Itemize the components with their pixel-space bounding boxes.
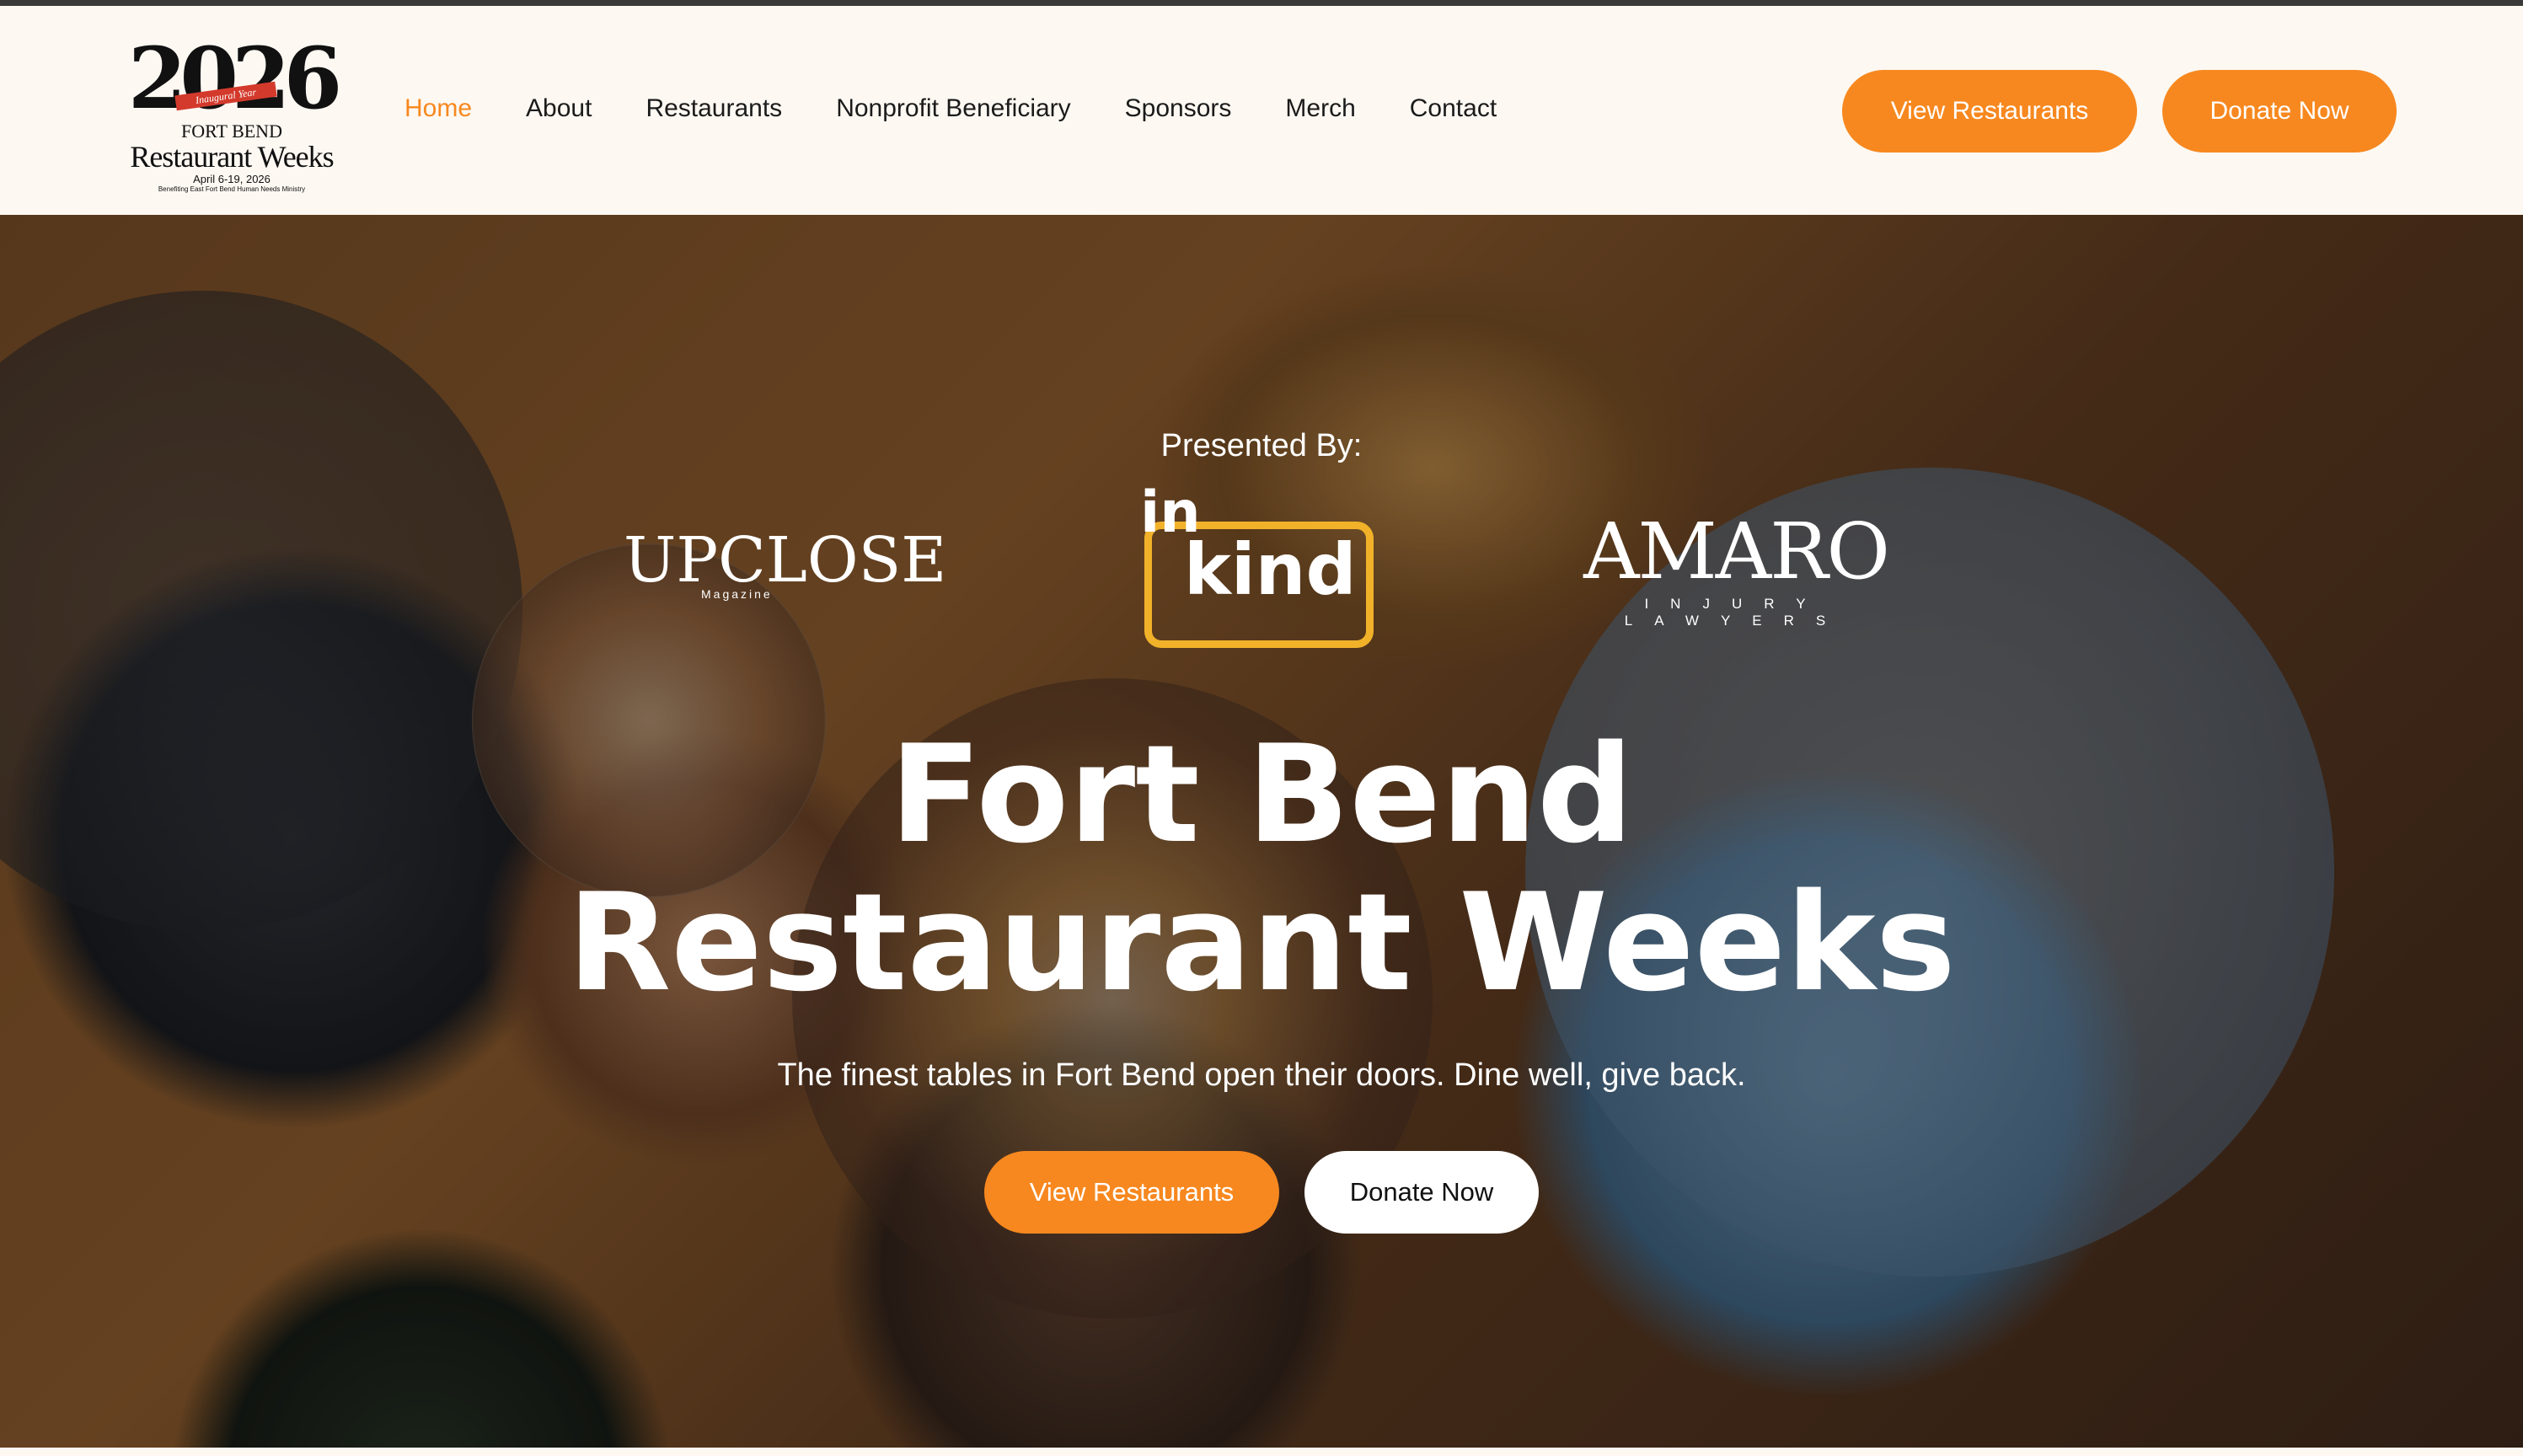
- hero-title-line-1: Fort Bend: [889, 715, 1634, 873]
- header-view-restaurants-button[interactable]: View Restaurants: [1842, 70, 2137, 153]
- nav-home[interactable]: Home: [404, 94, 472, 123]
- hero-title-line-2: Restaurant Weeks: [567, 864, 1956, 1021]
- top-border: [0, 0, 2523, 6]
- inkind-word-kind: kind: [1184, 528, 1357, 611]
- hero-donate-now-button[interactable]: Donate Now: [1304, 1151, 1539, 1234]
- nav-merch[interactable]: Merch: [1285, 94, 1355, 123]
- upclose-subtext: Magazine: [701, 587, 773, 601]
- site-header: 2026 Inaugural Year FORT BEND Restaurant…: [0, 6, 2523, 215]
- sponsor-logo-amaro[interactable]: AMARO INJURY LAWYERS: [1563, 506, 1909, 629]
- sponsor-logo-upclose[interactable]: UPCLOSE Magazine: [624, 527, 961, 611]
- page-bottom-edge: [0, 1448, 2523, 1456]
- nav-about[interactable]: About: [526, 94, 592, 123]
- presented-by-label: Presented By:: [1160, 428, 1363, 463]
- nav-restaurants[interactable]: Restaurants: [645, 94, 782, 123]
- logo-dates: April 6-19, 2026: [193, 173, 271, 185]
- nav-contact[interactable]: Contact: [1410, 94, 1497, 123]
- main-nav: Home About Restaurants Nonprofit Benefic…: [404, 94, 1551, 123]
- logo-line-2: Restaurant Weeks: [130, 140, 334, 174]
- upclose-wordmark: UPCLOSE: [624, 524, 947, 597]
- amaro-wordmark: AMARO: [1583, 506, 1890, 597]
- nav-nonprofit-beneficiary[interactable]: Nonprofit Beneficiary: [836, 94, 1070, 123]
- hero-view-restaurants-button[interactable]: View Restaurants: [984, 1151, 1279, 1234]
- amaro-subtext: INJURY LAWYERS: [1624, 596, 1848, 629]
- hero-subtitle: The finest tables in Fort Bend open thei…: [777, 1057, 1746, 1093]
- logo-year: 2026: [127, 29, 342, 128]
- site-logo[interactable]: 2026 Inaugural Year FORT BEND Restaurant…: [126, 29, 342, 205]
- nav-sponsors[interactable]: Sponsors: [1125, 94, 1232, 123]
- logo-benefit: Benefiting East Fort Bend Human Needs Mi…: [158, 185, 306, 193]
- header-donate-now-button[interactable]: Donate Now: [2162, 70, 2397, 153]
- sponsor-logo-inkind[interactable]: in kind: [1140, 484, 1380, 653]
- hero-title: Fort Bend Restaurant Weeks: [0, 720, 2523, 1017]
- hero-section: Presented By: UPCLOSE Magazine in kind A…: [0, 215, 2523, 1448]
